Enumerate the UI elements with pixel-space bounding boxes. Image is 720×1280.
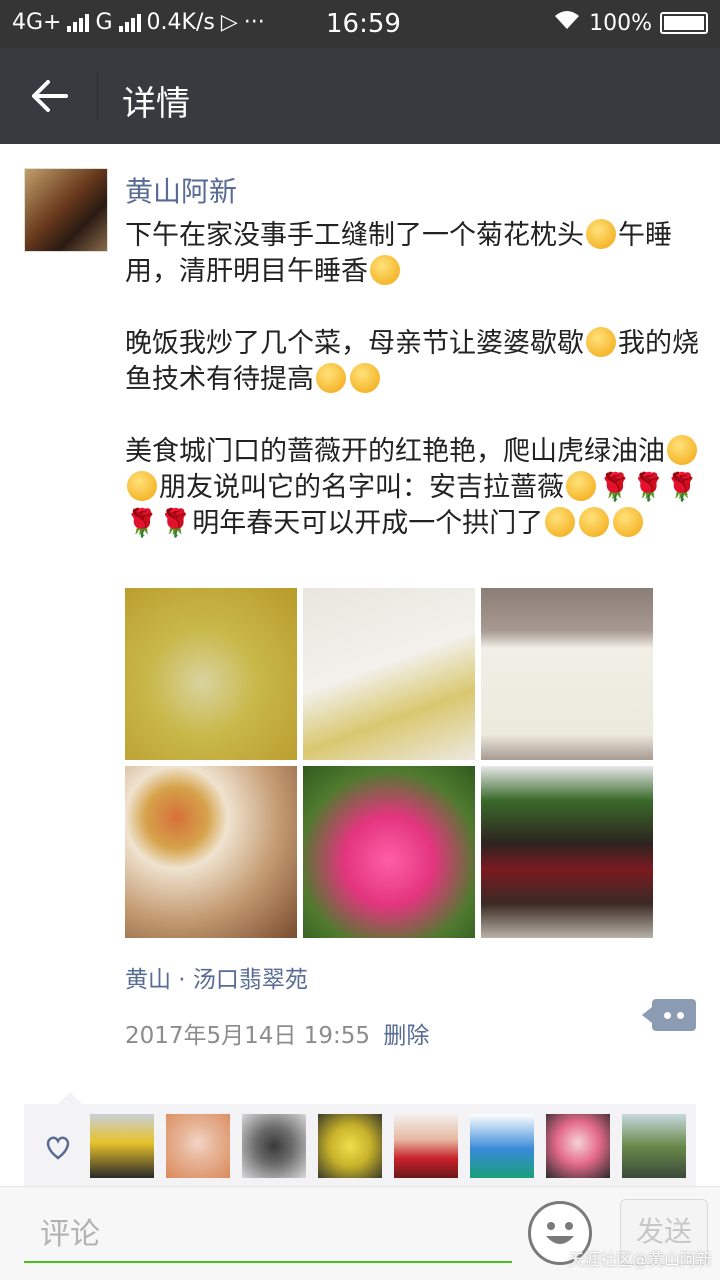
post-location[interactable]: 黄山 · 汤口翡翠苑: [125, 960, 308, 994]
comment-input[interactable]: 评论: [24, 1215, 512, 1263]
photo-roses[interactable]: [303, 766, 475, 938]
author-name[interactable]: 黄山阿新: [125, 170, 237, 210]
more-actions-button[interactable]: [642, 999, 696, 1031]
more-dots: ···: [243, 10, 265, 35]
laughing-emoji-icon: [350, 363, 380, 393]
rose-icon: 🌹: [158, 508, 193, 539]
liker-avatar[interactable]: [470, 1114, 534, 1178]
liker-avatar[interactable]: [90, 1114, 154, 1178]
giggle-emoji-icon: [545, 507, 576, 537]
post-meta: 2017年5月14日 19:55 删除: [125, 1016, 429, 1050]
liker-avatar[interactable]: [318, 1114, 382, 1178]
photo-shop-entrance[interactable]: [481, 766, 653, 938]
photo-finished-pillow[interactable]: [481, 588, 653, 760]
photo-pillow-filling[interactable]: [303, 588, 475, 760]
app-bar-divider: [97, 72, 98, 120]
post-paragraph-3: 美食城门口的蔷薇开的红艳艳，爬山虎绿油油朋友说叫它的名字叫：安吉拉蔷薇 🌹🌹🌹🌹🌹…: [125, 435, 699, 539]
clock: 16:59: [326, 9, 401, 39]
post-paragraph-2: 晚饭我炒了几个菜，母亲节让婆婆歇歇 我的烧鱼技术有待提高: [125, 327, 699, 395]
arrow-left-icon: [32, 80, 68, 112]
play-icon: ▷: [220, 10, 238, 35]
heart-icon: [46, 1136, 70, 1160]
giggle-emoji-icon: [127, 471, 157, 501]
signal-icon: [67, 13, 90, 32]
liker-avatar[interactable]: [166, 1114, 230, 1178]
battery-percent: 100%: [589, 10, 652, 36]
network-type-2: G: [95, 10, 113, 35]
giggle-emoji-icon: [613, 507, 644, 537]
page-title: 详情: [122, 84, 190, 124]
post-date: 2017年5月14日 19:55: [125, 1023, 371, 1049]
wink-tongue-emoji-icon: [586, 219, 616, 249]
photo-chrysanthemum[interactable]: [125, 588, 297, 760]
network-speed: 0.4K/s: [146, 10, 215, 35]
delete-button[interactable]: 删除: [383, 1023, 429, 1049]
battery-icon: [660, 12, 708, 34]
liker-avatar[interactable]: [546, 1114, 610, 1178]
status-bar: 4G+ G 0.4K/s ▷ ··· 16:59 100%: [0, 0, 720, 48]
watermark: 天涯社区@黄山阿新: [567, 1250, 712, 1269]
photo-grid: [125, 588, 653, 938]
wink-tongue-emoji-icon: [566, 471, 596, 501]
rose-icon: 🌹: [631, 472, 666, 503]
likes-panel: [24, 1092, 696, 1188]
app-bar: 详情: [0, 48, 720, 144]
signal-icon-2: [118, 13, 141, 32]
liker-avatar[interactable]: [622, 1114, 686, 1178]
post-text: 下午在家没事手工缝制了一个菊花枕头 午睡用，清肝明目午睡香 晚饭我炒了几个菜，母亲…: [125, 218, 700, 578]
rose-icon: 🌹: [665, 472, 699, 503]
liker-avatar[interactable]: [394, 1114, 458, 1178]
photo-dinner[interactable]: [125, 766, 297, 938]
post-paragraph-1: 下午在家没事手工缝制了一个菊花枕头 午睡用，清肝明目午睡香: [125, 219, 672, 287]
network-type: 4G+: [12, 10, 62, 35]
giggle-emoji-icon: [579, 507, 610, 537]
rose-icon: 🌹: [598, 472, 632, 503]
author-avatar[interactable]: [24, 168, 108, 252]
crying-laugh-emoji-icon: [316, 363, 346, 393]
comment-bar: 评论 发送 天涯社区@黄山阿新: [0, 1186, 720, 1280]
wink-tongue-emoji-icon: [586, 327, 616, 357]
liker-avatar[interactable]: [242, 1114, 306, 1178]
rose-icon: 🌹: [125, 508, 159, 539]
giggle-emoji-icon: [667, 435, 697, 465]
wink-tongue-emoji-icon: [370, 255, 400, 285]
wifi-icon: [553, 9, 581, 37]
back-button[interactable]: [30, 78, 70, 114]
